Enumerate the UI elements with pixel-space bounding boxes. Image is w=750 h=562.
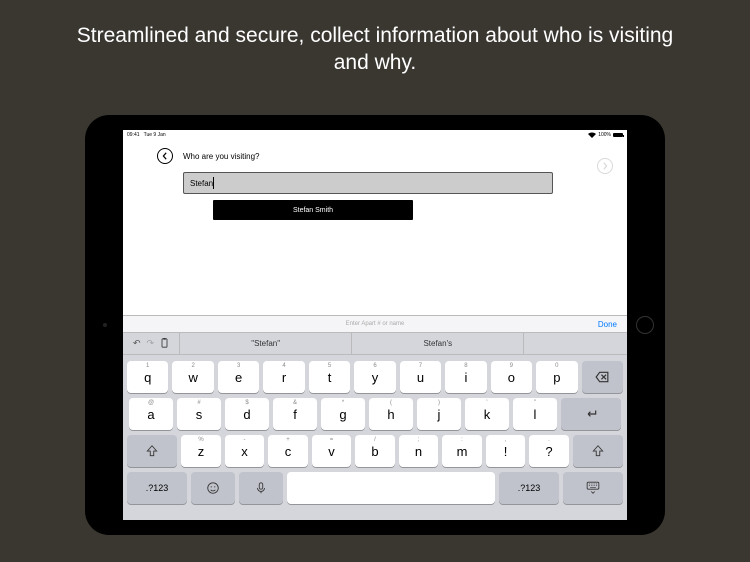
key-g[interactable]: *g	[321, 398, 365, 430]
key-![interactable]: ,!	[486, 435, 526, 467]
key-b[interactable]: /b	[355, 435, 395, 467]
prompt-text: Who are you visiting?	[183, 152, 259, 161]
key-u[interactable]: 7u	[400, 361, 441, 393]
return-key[interactable]	[561, 398, 621, 430]
suggestion-2[interactable]: Stefan's	[351, 333, 523, 354]
return-icon	[584, 407, 598, 421]
status-time: 09:41	[127, 132, 140, 138]
status-right: 100%	[588, 132, 623, 138]
key-n[interactable]: ;n	[399, 435, 439, 467]
ipad-device: 09:41 Tue 9 Jan 100% Who are you visitin…	[85, 115, 665, 535]
input-value: Stefan	[190, 179, 213, 188]
key-a[interactable]: @a	[129, 398, 173, 430]
space-key[interactable]	[287, 472, 495, 504]
done-button[interactable]: Done	[598, 320, 617, 329]
key-d[interactable]: $d	[225, 398, 269, 430]
keyboard-keys: 1q2w3e4r5t6y7u8i9o0p @a#s$d&f*g(h)j'k"l …	[123, 355, 627, 520]
hide-keyboard-icon	[586, 481, 600, 495]
key-z[interactable]: %z	[181, 435, 221, 467]
key-x[interactable]: -x	[225, 435, 265, 467]
key-e[interactable]: 3e	[218, 361, 259, 393]
suggestion-1[interactable]: "Stefan"	[179, 333, 351, 354]
status-left: 09:41 Tue 9 Jan	[127, 132, 166, 138]
suggestion-empty	[523, 333, 627, 354]
battery-pct: 100%	[598, 132, 611, 138]
hide-keyboard-key[interactable]	[563, 472, 623, 504]
marketing-caption: Streamlined and secure, collect informat…	[0, 0, 750, 77]
key-s[interactable]: #s	[177, 398, 221, 430]
key-j[interactable]: )j	[417, 398, 461, 430]
screen: 09:41 Tue 9 Jan 100% Who are you visitin…	[123, 130, 627, 520]
key-i[interactable]: 8i	[445, 361, 486, 393]
suggestion-bar: ↶ ↷ "Stefan" Stefan's	[123, 333, 627, 355]
back-button[interactable]	[157, 148, 173, 164]
backspace-key[interactable]	[582, 361, 623, 393]
shift-left-key[interactable]	[127, 435, 177, 467]
app-content: Who are you visiting? Stefan Stefan Smit…	[123, 140, 627, 220]
keyboard-accessory: Enter Apart # or name Done	[123, 315, 627, 333]
status-bar: 09:41 Tue 9 Jan 100%	[123, 130, 627, 140]
mic-icon	[254, 481, 268, 495]
home-button[interactable]	[636, 316, 654, 334]
key-h[interactable]: (h	[369, 398, 413, 430]
key-?[interactable]: .?	[529, 435, 569, 467]
emoji-icon	[206, 481, 220, 495]
keyboard: Enter Apart # or name Done ↶ ↷ "Stefan" …	[123, 315, 627, 520]
chevron-left-icon	[161, 152, 169, 160]
key-c[interactable]: +c	[268, 435, 308, 467]
accessory-placeholder: Enter Apart # or name	[346, 321, 405, 327]
chevron-right-icon	[601, 162, 609, 170]
mode-key-right[interactable]: .?123	[499, 472, 559, 504]
shift-right-key[interactable]	[573, 435, 623, 467]
search-result[interactable]: Stefan Smith	[213, 200, 413, 220]
key-k[interactable]: 'k	[465, 398, 509, 430]
key-r[interactable]: 4r	[263, 361, 304, 393]
mic-key[interactable]	[239, 472, 283, 504]
battery-icon	[613, 133, 623, 137]
camera-dot	[103, 323, 107, 327]
visitor-search-input[interactable]: Stefan	[183, 172, 553, 194]
forward-button	[597, 158, 613, 174]
clipboard-icon[interactable]	[160, 338, 169, 350]
mode-key-left[interactable]: .?123	[127, 472, 187, 504]
key-t[interactable]: 5t	[309, 361, 350, 393]
key-p[interactable]: 0p	[536, 361, 577, 393]
backspace-icon	[595, 370, 609, 384]
emoji-key[interactable]	[191, 472, 235, 504]
wifi-icon	[588, 132, 596, 138]
shift-icon	[591, 444, 605, 458]
key-l[interactable]: "l	[513, 398, 557, 430]
redo-icon[interactable]: ↷	[147, 338, 155, 349]
status-date: Tue 9 Jan	[144, 132, 166, 138]
key-f[interactable]: &f	[273, 398, 317, 430]
key-y[interactable]: 6y	[354, 361, 395, 393]
key-v[interactable]: =v	[312, 435, 352, 467]
text-cursor	[213, 177, 214, 189]
key-w[interactable]: 2w	[172, 361, 213, 393]
undo-icon[interactable]: ↶	[133, 338, 141, 349]
key-o[interactable]: 9o	[491, 361, 532, 393]
key-m[interactable]: :m	[442, 435, 482, 467]
key-q[interactable]: 1q	[127, 361, 168, 393]
shift-icon	[145, 444, 159, 458]
